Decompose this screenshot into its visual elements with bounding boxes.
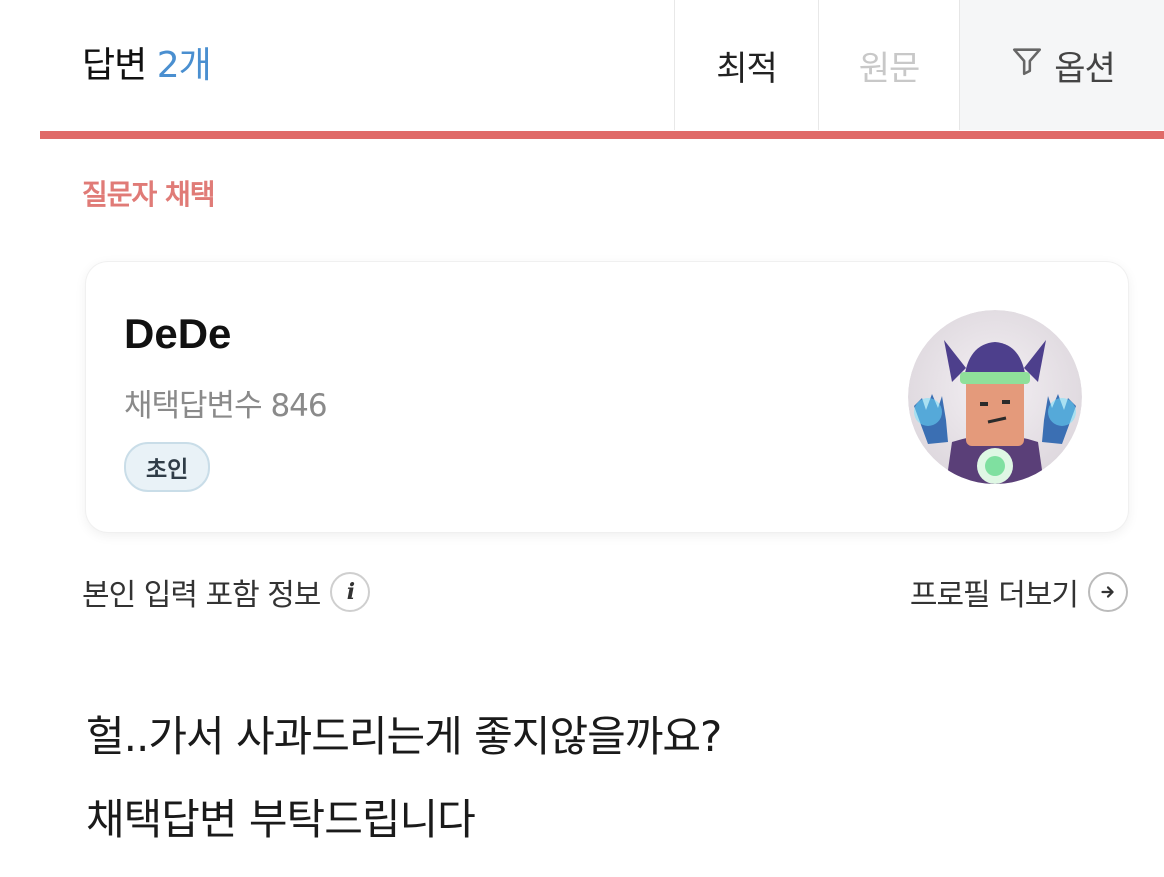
avatar[interactable] xyxy=(908,310,1082,484)
answers-header: 답변 2개 최적 원문 옵션 xyxy=(0,0,1164,130)
answers-label: 답변 xyxy=(82,45,147,86)
tab-original[interactable]: 원문 xyxy=(818,0,959,130)
username[interactable]: DeDe xyxy=(124,310,231,358)
self-input-label: 본인 입력 포함 정보 xyxy=(82,578,321,613)
answers-count-title: 답변 2개 xyxy=(82,36,212,88)
tab-best[interactable]: 최적 xyxy=(674,0,818,130)
info-icon[interactable]: i xyxy=(330,572,371,612)
answer-text-line: 채택답변 부탁드립니다 xyxy=(86,795,476,844)
options-button[interactable]: 옵션 xyxy=(959,0,1164,130)
header-divider xyxy=(40,131,1164,139)
arrow-right-circle-icon[interactable] xyxy=(1088,572,1128,612)
adopted-answers-count: 채택답변수 846 xyxy=(124,388,328,424)
rank-badge: 초인 xyxy=(124,442,211,492)
tab-original-label: 원문 xyxy=(858,48,921,89)
filter-icon xyxy=(1010,44,1044,87)
answers-count: 2개 xyxy=(156,45,212,86)
answer-text-line: 헐..가서 사과드리는게 좋지않을까요? xyxy=(86,712,722,761)
options-label: 옵션 xyxy=(1054,48,1116,89)
tab-best-label: 최적 xyxy=(716,48,778,89)
profile-card[interactable]: DeDe 채택답변수 846 초인 xyxy=(86,262,1128,532)
section-label-adopted: 질문자 채택 xyxy=(82,178,216,211)
more-profile-label: 프로필 더보기 xyxy=(909,578,1079,613)
more-profile-link[interactable]: 프로필 더보기 xyxy=(910,570,1128,614)
self-input-info[interactable]: 본인 입력 포함 정보 i xyxy=(82,570,371,614)
